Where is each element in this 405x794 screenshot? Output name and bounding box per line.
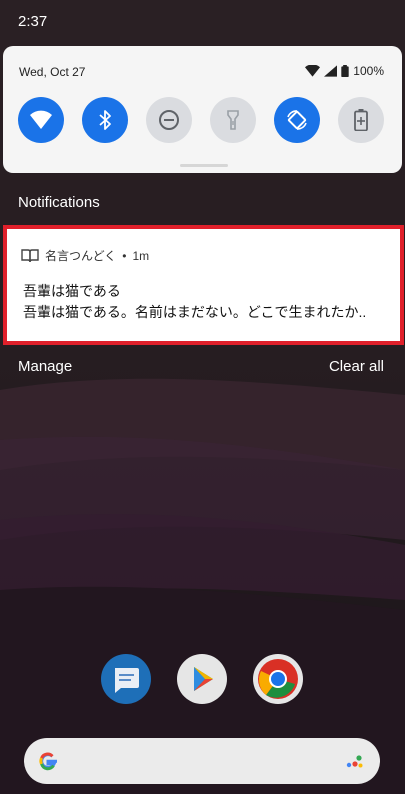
play-store-app-icon[interactable] [177,654,227,704]
notification-time: 1m [132,248,150,263]
qs-tiles [18,97,384,143]
manage-button[interactable]: Manage [18,358,72,375]
flashlight-tile[interactable] [210,97,256,143]
bluetooth-tile[interactable] [82,97,128,143]
messages-icon [115,668,139,693]
notification-text: 吾輩は猫である。名前はまだない。どこで生まれたか.. [23,304,367,320]
wifi-tile[interactable] [18,97,64,143]
flashlight-icon [227,110,239,130]
battery-saver-icon [354,109,368,131]
wifi-signal-icon [305,65,321,77]
notifications-header: Notifications [18,194,100,211]
quick-settings-panel: Wed, Oct 27 100% [3,46,402,173]
assistant-icon[interactable] [346,753,364,769]
notification-app-row: 名言つんどく • 1m [21,247,149,264]
qs-date: Wed, Oct 27 [19,65,86,79]
google-search-bar[interactable] [24,738,380,784]
qs-drag-handle[interactable] [180,164,228,167]
battery-icon [341,65,349,77]
chrome-icon [258,659,298,699]
bluetooth-icon [99,110,111,130]
chrome-app-icon[interactable] [253,654,303,704]
battery-saver-tile[interactable] [338,97,384,143]
auto-rotate-icon [287,110,307,130]
wifi-icon [30,110,52,129]
notification-app-name: 名言つんどく [45,249,117,263]
google-g-icon [39,752,57,771]
status-bar: 2:37 [0,0,405,44]
notification-title: 吾輩は猫である [23,283,121,299]
auto-rotate-tile[interactable] [274,97,320,143]
battery-percent: 100% [353,64,384,78]
dnd-tile[interactable] [146,97,192,143]
book-icon [21,248,39,262]
qs-status-icons: 100% [305,64,384,78]
cell-signal-icon [324,65,338,77]
notification-card[interactable]: 名言つんどく • 1m 吾輩は猫である 吾輩は猫である。名前はまだない。どこで生… [3,225,404,345]
play-store-icon [194,667,213,691]
notification-separator: • [122,248,127,263]
do-not-disturb-icon [159,110,179,130]
status-time: 2:37 [18,13,48,30]
messages-app-icon[interactable] [101,654,151,704]
clear-all-button[interactable]: Clear all [329,358,384,375]
